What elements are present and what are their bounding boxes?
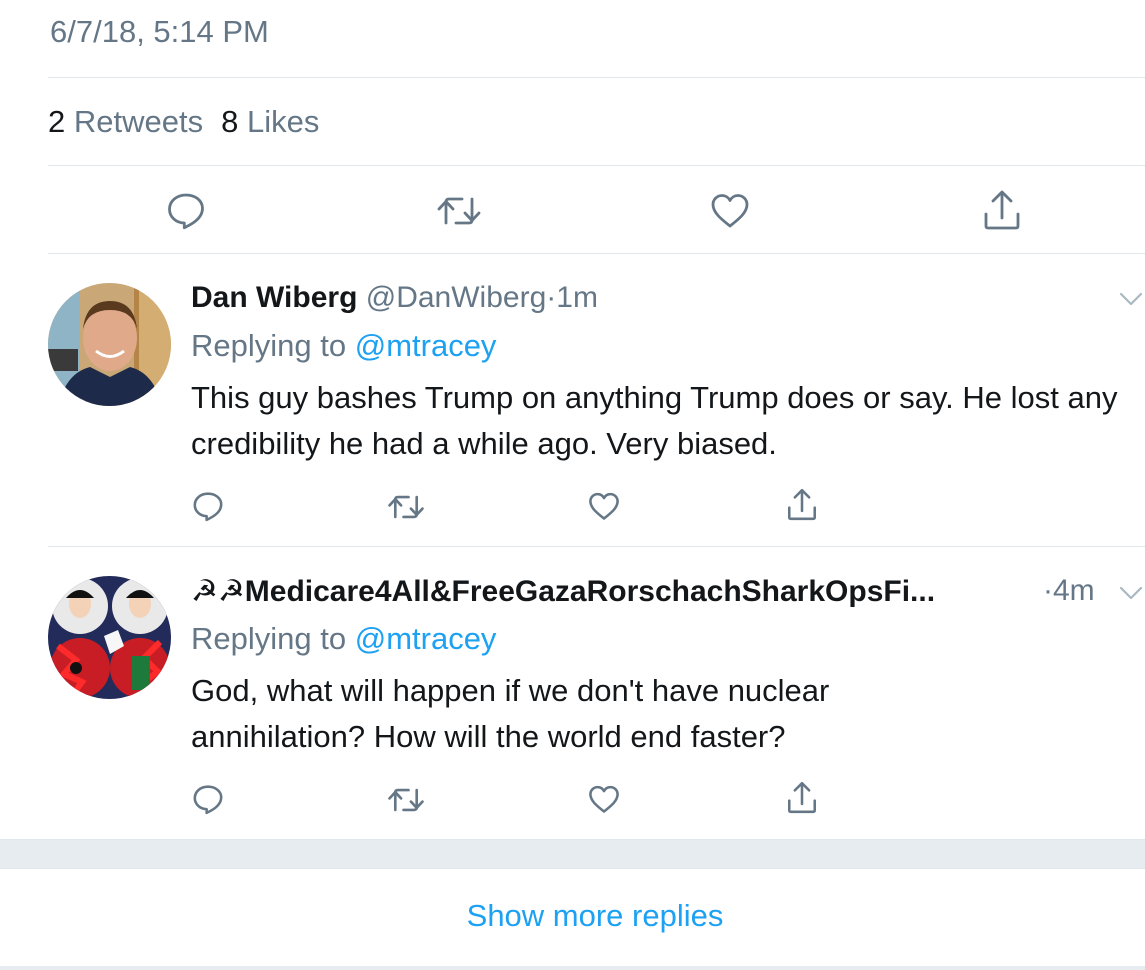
retweet-icon[interactable] [387,493,425,521]
reply-text: God, what will happen if we don't have n… [191,673,830,754]
mention-link[interactable]: @mtracey [355,621,497,656]
reply-icon[interactable] [192,491,224,522]
chevron-down-icon[interactable] [1119,291,1143,307]
separator-dot: · [546,281,557,314]
retweet-icon[interactable] [436,194,482,228]
retweets-count[interactable]: 2 [48,104,65,139]
retweets-label[interactable]: Retweets [74,104,203,139]
user-handle[interactable]: @DanWiberg [366,281,547,314]
like-icon[interactable] [588,784,620,815]
share-icon[interactable] [786,487,818,522]
like-icon[interactable] [710,192,750,230]
divider [48,253,1145,254]
reply-meta: ·4m [1043,574,1095,608]
replying-to-line: Replying to @mtracey [191,621,496,657]
reply-text: This guy bashes Trump on anything Trump … [191,380,1118,461]
separator-dot: · [1043,574,1053,607]
tweet-stats: 2 Retweets 8 Likes [48,104,319,140]
user-name[interactable]: ☭☭Medicare4All&FreeGazaRorschachSharkOps… [191,575,935,608]
share-icon[interactable] [786,780,818,815]
chevron-down-icon[interactable] [1119,585,1143,601]
reply-header: Dan Wiberg @DanWiberg·1m [191,281,598,315]
replying-prefix: Replying to [191,328,347,363]
share-icon[interactable] [982,188,1022,232]
divider [0,868,1145,869]
reply-icon[interactable] [192,784,224,815]
divider [48,165,1145,166]
replying-to-line: Replying to @mtracey [191,328,496,364]
replying-prefix: Replying to [191,621,347,656]
retweet-icon[interactable] [387,786,425,814]
reply-time[interactable]: 4m [1053,574,1095,607]
avatar[interactable] [48,576,171,699]
avatar[interactable] [48,283,171,406]
divider [48,77,1145,78]
bottom-border [0,966,1145,970]
tweet-timestamp: 6/7/18, 5:14 PM [50,14,269,49]
likes-label[interactable]: Likes [247,104,319,139]
reply-icon[interactable] [166,192,206,230]
section-separator [0,840,1145,868]
divider [48,546,1145,547]
show-more-replies-link[interactable]: Show more replies [0,898,1145,934]
reply-time[interactable]: 1m [556,281,598,314]
reply-header: ☭☭Medicare4All&FreeGazaRorschachSharkOps… [191,574,935,609]
like-icon[interactable] [588,491,620,522]
mention-link[interactable]: @mtracey [355,328,497,363]
likes-count[interactable]: 8 [221,104,238,139]
user-name[interactable]: Dan Wiberg [191,281,357,314]
